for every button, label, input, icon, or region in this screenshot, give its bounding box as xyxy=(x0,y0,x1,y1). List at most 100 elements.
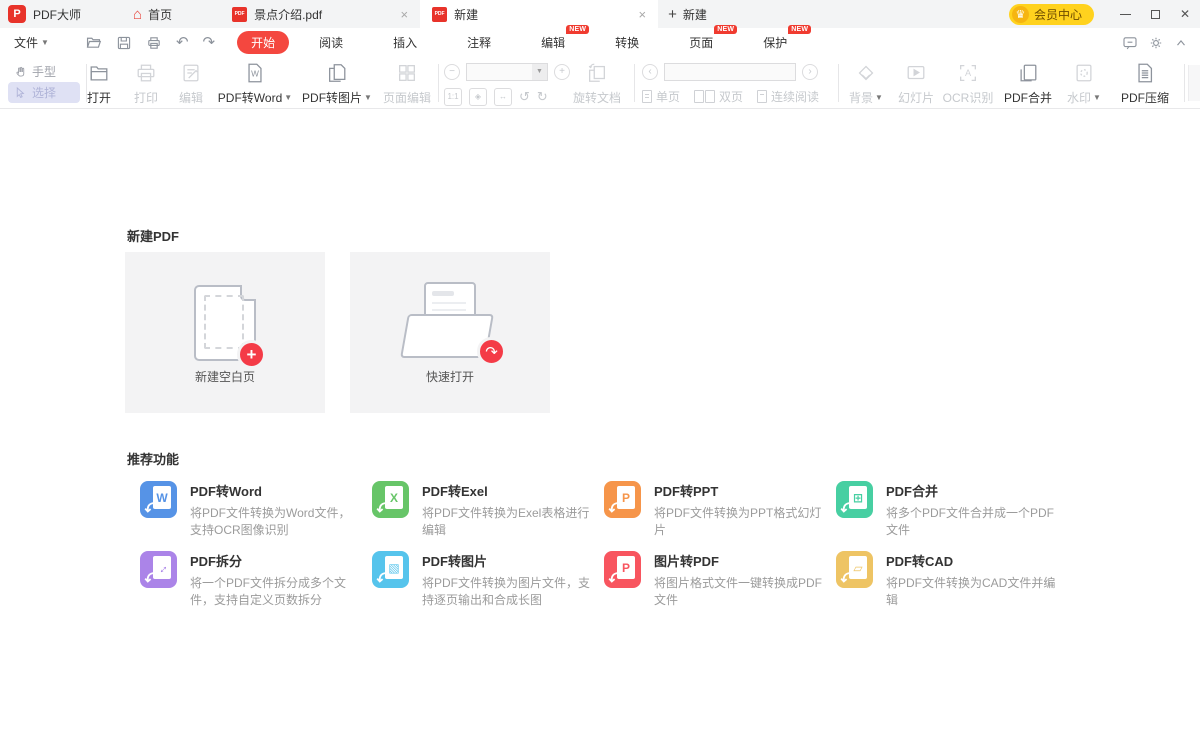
menu-tab-insert[interactable]: 插入 xyxy=(379,31,431,54)
home-tab[interactable]: ⌂ 首页 xyxy=(133,6,172,23)
document-tab-new-active[interactable]: PDF 新建 × xyxy=(420,0,658,28)
feature-pdf-to-image[interactable]: ▧ PDF转图片将PDF文件转换为图片文件，支持逐页输出和合成长图 xyxy=(372,551,596,609)
window-close-button[interactable]: ✕ xyxy=(1170,0,1200,28)
page-navigation-group: ‹ › 单页 双页 连续阅读 xyxy=(642,62,819,106)
continuous-view-button[interactable]: 连续阅读 xyxy=(757,88,819,105)
new-tab-label: 新建 xyxy=(683,6,707,23)
menu-tab-protect[interactable]: 保护NEW xyxy=(749,31,801,54)
blank-page-icon: + xyxy=(194,285,256,361)
background-button[interactable]: 背景▼ xyxy=(842,62,890,106)
toolbar-overflow-clipped-item xyxy=(1188,65,1200,101)
file-menu-button[interactable]: 文件 ▼ xyxy=(14,34,49,51)
chevron-down-icon: ▼ xyxy=(284,93,292,102)
diamond-icon xyxy=(855,62,877,84)
new-badge: NEW xyxy=(566,25,589,34)
pdf-merge-button[interactable]: PDF合并 xyxy=(998,62,1058,106)
pdf-compress-button[interactable]: PDF压缩 xyxy=(1114,62,1176,106)
edit-doc-icon xyxy=(180,62,202,84)
hand-tool-button[interactable]: 手型 xyxy=(8,61,80,82)
titlebar: P PDF大师 ⌂ 首页 PDF 景点介绍.pdf × PDF 新建 × + 新… xyxy=(0,0,1200,28)
previous-page-button[interactable]: ‹ xyxy=(642,64,658,80)
redo-icon[interactable]: ↷ xyxy=(203,35,216,50)
chevron-down-icon: ▼ xyxy=(875,93,883,102)
settings-gear-icon[interactable] xyxy=(1148,35,1164,51)
member-center-button[interactable]: ♛ 会员中心 xyxy=(1009,4,1094,25)
actual-size-button[interactable]: 1:1 xyxy=(444,88,462,106)
chevron-down-icon: ▼ xyxy=(41,38,49,47)
pdf-to-word-button[interactable]: W PDF转Word▼ xyxy=(214,62,296,106)
zoom-out-button[interactable]: − xyxy=(444,64,460,80)
menu-tab-annotate[interactable]: 注释 xyxy=(453,31,505,54)
folder-icon xyxy=(88,62,110,84)
feature-pdf-to-cad[interactable]: ▱ PDF转CAD将PDF文件转换为CAD文件并编辑 xyxy=(836,551,1060,609)
chevron-down-icon: ▼ xyxy=(532,64,547,80)
pdf-split-icon: ↔ xyxy=(140,551,177,588)
pdf-to-word-icon: W xyxy=(140,481,177,518)
quick-open-card[interactable]: ↷ 快速打开 xyxy=(350,252,550,413)
ocr-button[interactable]: A OCR识别 xyxy=(940,62,996,106)
zoom-level-select[interactable]: ▼ xyxy=(466,63,548,81)
tab-close-icon[interactable]: × xyxy=(635,7,651,22)
app-brand: P PDF大师 xyxy=(0,5,91,23)
feedback-icon[interactable] xyxy=(1122,35,1138,51)
undo-icon[interactable]: ↶ xyxy=(176,35,189,50)
double-page-view-button[interactable]: 双页 xyxy=(694,88,743,105)
plus-badge-icon: + xyxy=(237,340,266,369)
collapse-ribbon-icon[interactable] xyxy=(1174,36,1188,50)
rotate-right-icon[interactable]: ↻ xyxy=(537,89,548,105)
edit-button[interactable]: 编辑 xyxy=(168,62,214,106)
feature-pdf-to-ppt[interactable]: P PDF转PPT将PDF文件转换为PPT格式幻灯片 xyxy=(604,481,828,539)
new-blank-page-card[interactable]: + 新建空白页 xyxy=(125,252,325,413)
rotate-left-icon[interactable]: ↺ xyxy=(519,89,530,105)
chevron-down-icon: ▼ xyxy=(1093,93,1101,102)
feature-pdf-to-word[interactable]: W PDF转Word将PDF文件转换为Word文件，支持OCR图像识别 xyxy=(140,481,364,539)
merge-pages-icon xyxy=(1017,62,1039,84)
fit-page-button[interactable]: ◈ xyxy=(469,88,487,106)
document-tab-jingdian[interactable]: PDF 景点介绍.pdf × xyxy=(220,0,420,28)
new-pdf-heading: 新建PDF xyxy=(127,226,179,245)
open-button[interactable]: 打开 xyxy=(74,62,124,106)
menu-tab-read[interactable]: 阅读 xyxy=(305,31,357,54)
single-page-icon xyxy=(642,90,652,103)
feature-image-to-pdf[interactable]: P 图片转PDF将图片格式文件一键转换成PDF文件 xyxy=(604,551,828,609)
open-file-icon[interactable] xyxy=(85,34,102,51)
single-page-view-button[interactable]: 单页 xyxy=(642,88,680,105)
menu-tab-convert[interactable]: 转换 xyxy=(601,31,653,54)
select-tool-button[interactable]: 选择 xyxy=(8,82,80,103)
feature-pdf-to-excel[interactable]: X PDF转Exel将PDF文件转换为Exel表格进行编辑 xyxy=(372,481,596,539)
window-minimize-button[interactable] xyxy=(1110,0,1140,28)
fit-width-button[interactable]: ↔ xyxy=(494,88,512,106)
pdf-to-image-button[interactable]: PDF转图片▼ xyxy=(296,62,378,106)
menu-tab-page[interactable]: 页面NEW xyxy=(675,31,727,54)
menu-tab-edit[interactable]: 编辑NEW xyxy=(527,31,579,54)
print-icon[interactable] xyxy=(146,35,162,51)
save-icon[interactable] xyxy=(116,35,132,51)
page-edit-button[interactable]: 页面编辑 xyxy=(378,62,436,106)
window-maximize-button[interactable] xyxy=(1140,0,1170,28)
doc-image-icon xyxy=(326,62,348,84)
app-logo-icon: P xyxy=(8,5,26,23)
watermark-icon xyxy=(1073,62,1095,84)
features-heading: 推荐功能 xyxy=(127,449,179,468)
chevron-down-icon: ▼ xyxy=(364,93,372,102)
feature-pdf-split[interactable]: ↔ PDF拆分将一个PDF文件拆分成多个文件，支持自定义页数拆分 xyxy=(140,551,364,609)
pdf-to-image-icon: ▧ xyxy=(372,551,409,588)
svg-text:A: A xyxy=(965,68,972,78)
hand-tool-label: 手型 xyxy=(32,63,56,80)
tab-close-icon[interactable]: × xyxy=(397,7,413,22)
menu-tab-start[interactable]: 开始 xyxy=(237,31,289,54)
print-button[interactable]: 打印 xyxy=(124,62,168,106)
feature-pdf-merge[interactable]: ⊞ PDF合并将多个PDF文件合并成一个PDF文件 xyxy=(836,481,1060,539)
new-tab-button[interactable]: + 新建 xyxy=(668,6,707,23)
watermark-button[interactable]: 水印▼ xyxy=(1060,62,1108,106)
rotate-pages-icon xyxy=(586,62,608,84)
zoom-level-input[interactable] xyxy=(467,64,532,80)
page-number-input[interactable] xyxy=(664,63,796,81)
ocr-icon: A xyxy=(957,62,979,84)
compress-doc-icon xyxy=(1134,62,1156,84)
pdf-file-icon: PDF xyxy=(232,7,247,22)
rotate-document-button[interactable]: 旋转文档 xyxy=(566,62,628,106)
member-center-label: 会员中心 xyxy=(1034,6,1082,23)
slideshow-button[interactable]: 幻灯片 xyxy=(892,62,940,106)
next-page-button[interactable]: › xyxy=(802,64,818,80)
